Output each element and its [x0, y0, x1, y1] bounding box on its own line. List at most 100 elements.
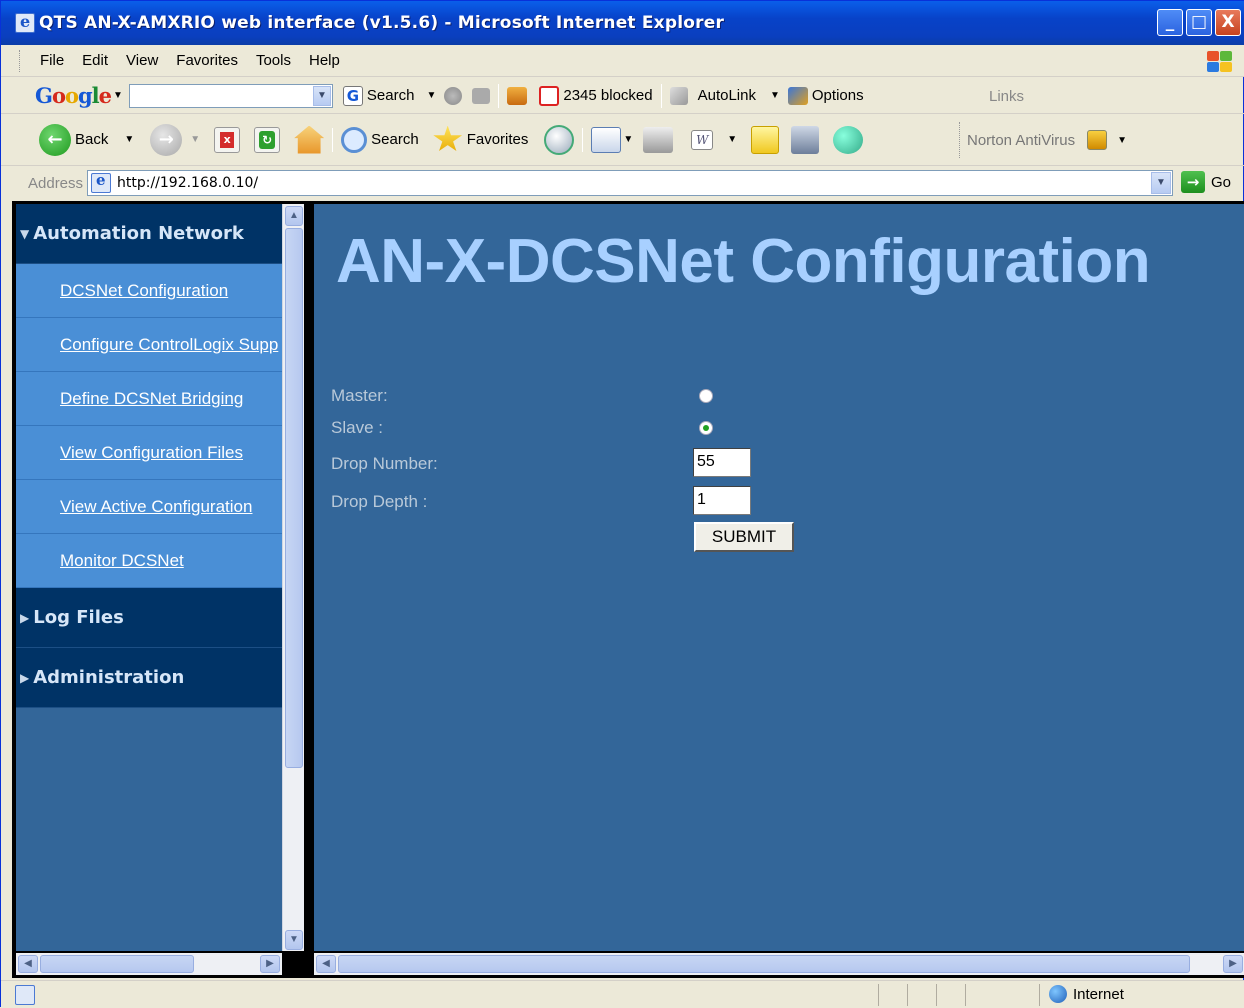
nav-link-label[interactable]: Define DCSNet Bridging: [60, 389, 243, 409]
mail-icon[interactable]: [591, 126, 622, 153]
back-label: Back: [75, 131, 109, 148]
chevron-down-icon[interactable]: ▼: [124, 134, 134, 145]
menu-help[interactable]: Help: [309, 52, 340, 69]
search-site-icon[interactable]: [444, 86, 463, 105]
sidebar-horizontal-scrollbar[interactable]: ◀ ▶: [16, 953, 282, 975]
scroll-right-icon[interactable]: ▶: [260, 955, 280, 973]
menu-view[interactable]: View: [126, 52, 158, 69]
sidebar-vertical-scrollbar[interactable]: ▲ ▼: [282, 204, 304, 951]
slave-radio[interactable]: [699, 421, 713, 435]
security-zone[interactable]: Internet: [1049, 985, 1124, 1003]
nav-link-label[interactable]: View Active Configuration: [60, 497, 252, 517]
drop-depth-label: Drop Depth :: [331, 492, 428, 511]
stop-button[interactable]: x: [214, 126, 241, 153]
chevron-down-icon[interactable]: ▼: [1151, 172, 1171, 194]
ie-app-icon[interactable]: [15, 12, 35, 33]
forward-arrow-icon: →: [158, 128, 174, 150]
nav-link-label[interactable]: Configure ControlLogix Supp: [60, 335, 278, 355]
window-title: QTS AN-X-AMXRIO web interface (v1.5.6) -…: [39, 13, 725, 33]
chevron-down-icon[interactable]: ▼: [190, 134, 200, 145]
collapsed-triangle-icon: ▶: [20, 610, 30, 625]
chevron-down-icon[interactable]: ▼: [727, 134, 737, 145]
go-label: Go: [1211, 173, 1232, 191]
discuss-icon[interactable]: [751, 125, 780, 154]
scrollbar-thumb[interactable]: [40, 955, 194, 973]
google-search-button[interactable]: G Search ▼: [342, 85, 436, 106]
menu-tools[interactable]: Tools: [256, 52, 291, 69]
menu-file[interactable]: File: [40, 52, 64, 69]
address-input[interactable]: http://192.168.0.10/ ▼: [87, 170, 1173, 196]
nav-link-view-active-configuration[interactable]: View Active Configuration: [16, 480, 282, 534]
collapsed-triangle-icon: ▶: [20, 670, 30, 685]
chevron-down-icon[interactable]: ▼: [770, 90, 780, 101]
scroll-left-icon[interactable]: ◀: [18, 955, 38, 973]
close-button[interactable]: X: [1215, 9, 1241, 36]
google-search-input[interactable]: ▼: [128, 83, 333, 108]
favorites-label: Favorites: [466, 131, 529, 148]
page-status-icon: [15, 985, 35, 1005]
nav-link-configure-controllogix[interactable]: Configure ControlLogix Supp: [16, 318, 282, 372]
pagerank-icon[interactable]: [472, 87, 491, 104]
scroll-right-icon[interactable]: ▶: [1223, 955, 1243, 973]
nav-link-define-dcsnet-bridging[interactable]: Define DCSNet Bridging: [16, 372, 282, 426]
norton-label: Norton AntiVirus: [967, 131, 1076, 149]
chevron-down-icon[interactable]: ▼: [426, 90, 436, 101]
chevron-down-icon[interactable]: ▼: [312, 85, 331, 106]
edit-word-icon[interactable]: W: [691, 129, 714, 150]
maximize-button[interactable]: □: [1186, 9, 1212, 36]
menu-edit[interactable]: Edit: [82, 52, 108, 69]
chevron-down-icon[interactable]: ▼: [113, 90, 123, 101]
nav-section-automation-network[interactable]: ▼ Automation Network: [16, 204, 282, 264]
options-icon: [787, 86, 808, 105]
chevron-down-icon[interactable]: ▼: [1117, 135, 1127, 146]
search-button[interactable]: Search: [341, 126, 419, 153]
popups-blocked-button[interactable]: 2345 blocked: [539, 85, 653, 106]
zone-label: Internet: [1073, 985, 1124, 1003]
links-label[interactable]: Links: [989, 88, 1024, 105]
favorites-button[interactable]: Favorites: [433, 125, 529, 154]
google-search-label: Search: [366, 87, 415, 104]
go-arrow-icon: →: [1181, 171, 1205, 193]
norton-antivirus-button[interactable]: Norton AntiVirus ▼: [967, 130, 1127, 150]
menu-favorites[interactable]: Favorites: [176, 52, 238, 69]
master-radio[interactable]: [699, 389, 713, 403]
maximize-icon: □: [1190, 12, 1208, 32]
google-logo[interactable]: Google: [35, 83, 112, 108]
popup-blocker-icon: [507, 86, 528, 105]
options-button[interactable]: Options: [787, 86, 864, 105]
history-button[interactable]: [544, 124, 575, 155]
nav-link-dcsnet-configuration[interactable]: DCSNet Configuration: [16, 264, 282, 318]
print-icon[interactable]: [643, 126, 674, 153]
minimize-button[interactable]: _: [1157, 9, 1183, 36]
back-button[interactable]: ← Back ▼: [39, 123, 134, 156]
status-bar: Internet: [1, 980, 1244, 1008]
messenger-icon[interactable]: [833, 125, 864, 154]
close-icon: X: [1221, 12, 1235, 32]
scroll-left-icon[interactable]: ◀: [316, 955, 336, 973]
nav-link-label[interactable]: View Configuration Files: [60, 443, 243, 463]
stop-icon: x: [220, 131, 235, 148]
nav-link-label[interactable]: DCSNet Configuration: [60, 281, 228, 301]
refresh-button[interactable]: ↻: [254, 126, 281, 153]
home-button[interactable]: [294, 125, 325, 154]
nav-section-log-files[interactable]: ▶ Log Files: [16, 588, 282, 648]
go-button[interactable]: → Go: [1181, 171, 1231, 193]
nav-link-label[interactable]: Monitor DCSNet: [60, 551, 184, 571]
address-url[interactable]: http://192.168.0.10/: [117, 175, 258, 191]
drop-depth-input[interactable]: 1: [693, 486, 751, 515]
toolbar-grip[interactable]: [19, 49, 22, 72]
scrollbar-thumb[interactable]: [338, 955, 1190, 973]
main-horizontal-scrollbar[interactable]: ◀ ▶: [314, 953, 1244, 975]
chevron-down-icon[interactable]: ▼: [623, 134, 633, 145]
scroll-up-icon[interactable]: ▲: [285, 206, 303, 226]
drop-number-input[interactable]: 55: [693, 448, 751, 477]
forward-button[interactable]: →: [150, 123, 183, 156]
nav-link-monitor-dcsnet[interactable]: Monitor DCSNet: [16, 534, 282, 588]
nav-link-view-configuration-files[interactable]: View Configuration Files: [16, 426, 282, 480]
submit-button[interactable]: SUBMIT: [694, 522, 794, 552]
scroll-down-icon[interactable]: ▼: [285, 930, 303, 950]
research-icon[interactable]: [791, 125, 820, 154]
autolink-button[interactable]: AutoLink ▼: [669, 86, 780, 105]
scrollbar-thumb[interactable]: [285, 228, 303, 768]
nav-section-administration[interactable]: ▶ Administration: [16, 648, 282, 708]
